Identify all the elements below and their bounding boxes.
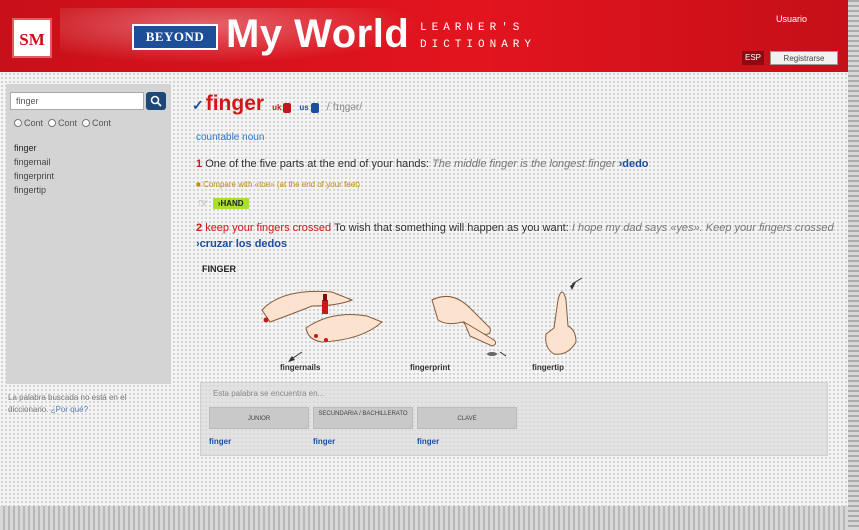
sense-1: 1 One of the five parts at the end of yo… xyxy=(196,156,846,172)
dictionary-link[interactable]: finger xyxy=(417,437,521,446)
sense-definition: One of the five parts at the end of your… xyxy=(205,158,429,170)
list-item[interactable]: finger xyxy=(14,142,54,156)
fingertip-drawing xyxy=(545,277,583,355)
speaker-icon xyxy=(283,102,292,113)
audio-uk-label: uk xyxy=(272,103,282,112)
brand-subtitle: LEARNER'S DICTIONARY xyxy=(420,20,536,54)
sense-definition: To wish that something will happen as yo… xyxy=(334,222,569,234)
search-filters: Cont Cont Cont xyxy=(14,118,111,128)
header-banner: SM BEYOND My World LEARNER'S DICTIONARY … xyxy=(0,0,859,72)
dictionary-column: CLAVE xyxy=(417,407,517,429)
part-of-speech: countable noun xyxy=(196,132,265,143)
caption-fingertip: fingertip xyxy=(532,363,564,372)
finger-illustration xyxy=(261,277,583,362)
speaker-icon xyxy=(310,102,319,113)
register-button[interactable]: Registrarse xyxy=(770,51,838,65)
search-input[interactable]: finger xyxy=(10,92,144,110)
filter-option[interactable]: Cont xyxy=(48,118,77,128)
dictionary-links: finger finger finger xyxy=(209,437,521,446)
dictionary-columns: JUNIOR SECUNDARIA / BACHILLERATO CLAVE xyxy=(209,407,517,429)
list-item[interactable]: fingertip xyxy=(14,184,54,198)
sidebar: finger Cont Cont Cont finger fingernail … xyxy=(6,84,171,384)
sense-phrase: keep your fingers crossed xyxy=(205,222,332,234)
audio-uk-button[interactable]: uk xyxy=(272,102,292,113)
audio-us-button[interactable]: us xyxy=(299,102,319,113)
hand-pointer-icon: ☞ xyxy=(198,196,209,210)
filter-option[interactable]: Cont xyxy=(82,118,111,128)
dictionary-link[interactable]: finger xyxy=(313,437,417,446)
checkmark-icon: ✓ xyxy=(192,97,204,113)
list-item[interactable]: fingernail xyxy=(14,156,54,170)
compare-note: ■ Compare with «toe» (at the end of your… xyxy=(196,180,361,189)
list-item[interactable]: fingerprint xyxy=(14,170,54,184)
right-border xyxy=(848,0,859,530)
fingernails-drawing xyxy=(261,290,383,362)
topic-tag[interactable]: ☞ ›HAND xyxy=(198,196,249,210)
illustration-title: FINGER xyxy=(202,264,237,274)
user-label[interactable]: Usuario xyxy=(776,14,807,24)
compare-icon: ■ xyxy=(196,180,204,189)
brand-subtitle-line2: DICTIONARY xyxy=(420,39,537,51)
radio-icon xyxy=(14,119,22,127)
sense-translation[interactable]: ›cruzar los dedos xyxy=(196,238,287,250)
brand-subtitle-line1: LEARNER'S xyxy=(420,22,525,34)
sense-number: 1 xyxy=(196,158,203,170)
search-button[interactable] xyxy=(146,92,166,110)
sidebar-note: La palabra buscada no está en el diccion… xyxy=(8,392,168,416)
language-button[interactable]: ESP xyxy=(742,51,764,65)
caption-fingernails: fingernails xyxy=(280,363,321,372)
word-list: finger fingernail fingerprint fingertip xyxy=(14,142,54,198)
bottom-border xyxy=(0,506,859,530)
headword: finger xyxy=(205,92,265,115)
fingerprint-drawing xyxy=(431,295,507,357)
beyond-badge: BEYOND xyxy=(132,24,218,50)
also-found-in-label: Esta palabra se encuentra en... xyxy=(213,389,325,398)
sense-2: 2 keep your fingers crossed To wish that… xyxy=(196,220,846,252)
sense-number: 2 xyxy=(196,222,203,234)
filter-option[interactable]: Cont xyxy=(14,118,43,128)
dictionary-column: JUNIOR xyxy=(209,407,309,429)
dictionary-link[interactable]: finger xyxy=(209,437,313,446)
sidebar-note-link[interactable]: ¿Por qué? xyxy=(51,405,88,414)
phonetic: /ˈfɪŋgər/ xyxy=(326,102,363,113)
radio-icon xyxy=(48,119,57,127)
also-found-in-panel: Esta palabra se encuentra en... JUNIOR S… xyxy=(200,382,828,456)
sense-example: The middle finger is the longest finger xyxy=(432,158,616,170)
publisher-logo[interactable]: SM xyxy=(12,18,52,58)
search-icon xyxy=(150,95,162,107)
audio-us-label: us xyxy=(299,103,309,112)
radio-icon xyxy=(82,119,91,127)
sense-translation[interactable]: ›dedo xyxy=(619,158,649,170)
dictionary-column: SECUNDARIA / BACHILLERATO xyxy=(313,407,413,429)
brand-title: My World xyxy=(226,12,410,56)
sense-example: I hope my dad says «yes». Keep your fing… xyxy=(571,222,834,234)
caption-fingerprint: fingerprint xyxy=(410,363,450,372)
entry-header: ✓ finger uk us /ˈfɪŋgər/ xyxy=(192,92,362,116)
topic-tag-label: ›HAND xyxy=(212,197,249,209)
